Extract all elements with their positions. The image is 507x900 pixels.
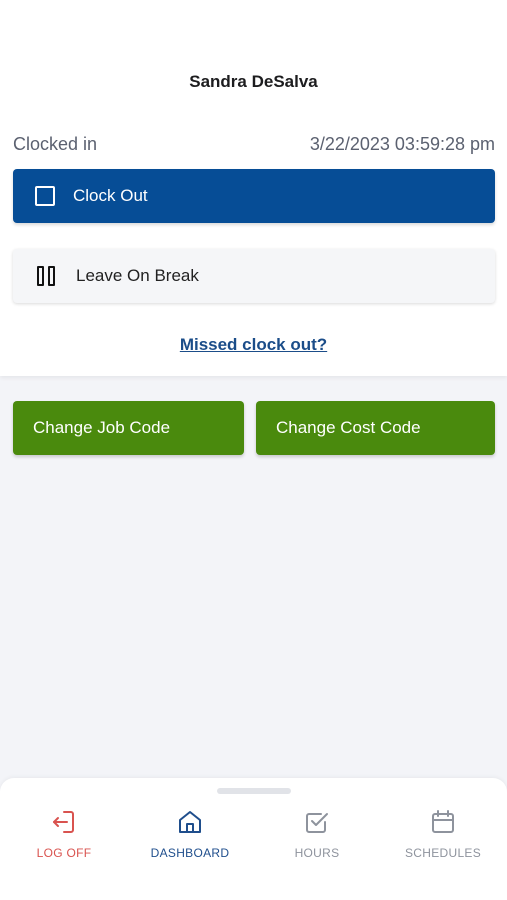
leave-on-break-label: Leave On Break xyxy=(76,266,199,285)
dashboard-screen: Sandra DeSalva Clocked in 3/22/2023 03:5… xyxy=(0,0,507,900)
nav-item-hours[interactable]: HOURS xyxy=(262,808,372,860)
missed-clock-out-link[interactable]: Missed clock out? xyxy=(0,335,507,355)
change-job-code-label: Change Job Code xyxy=(33,418,171,437)
nav-item-log-off[interactable]: LOG OFF xyxy=(9,808,119,860)
calendar-icon xyxy=(432,810,454,833)
clock-out-button[interactable]: Clock Out xyxy=(13,169,495,223)
change-cost-code-button[interactable]: Change Cost Code xyxy=(256,401,495,455)
clock-status-card: Sandra DeSalva Clocked in 3/22/2023 03:5… xyxy=(0,0,507,376)
nav-label-dashboard: DASHBOARD xyxy=(150,846,230,860)
clock-out-label: Clock Out xyxy=(73,186,148,205)
log-off-icon xyxy=(53,811,74,833)
drag-handle[interactable] xyxy=(217,788,291,794)
clock-status-label: Clocked in xyxy=(13,134,98,154)
stop-square-icon xyxy=(35,186,55,206)
bottom-navigation: LOG OFF DASHBOARD HOURS SCHEDULES xyxy=(0,778,507,900)
nav-label-log-off: LOG OFF xyxy=(36,846,92,860)
clock-timestamp: 3/22/2023 03:59:28 pm xyxy=(309,134,495,154)
status-row: Clocked in 3/22/2023 03:59:28 pm xyxy=(13,134,495,155)
user-name: Sandra DeSalva xyxy=(189,72,318,91)
nav-item-schedules[interactable]: SCHEDULES xyxy=(388,808,498,860)
change-cost-code-label: Change Cost Code xyxy=(276,418,421,437)
nav-label-hours: HOURS xyxy=(294,846,340,860)
nav-item-dashboard[interactable]: DASHBOARD xyxy=(135,808,245,860)
leave-on-break-button[interactable]: Leave On Break xyxy=(13,249,495,303)
pause-icon xyxy=(37,266,55,286)
checkbox-icon xyxy=(306,813,328,833)
home-icon xyxy=(179,811,201,833)
change-job-code-button[interactable]: Change Job Code xyxy=(13,401,244,455)
nav-label-schedules: SCHEDULES xyxy=(404,846,482,860)
